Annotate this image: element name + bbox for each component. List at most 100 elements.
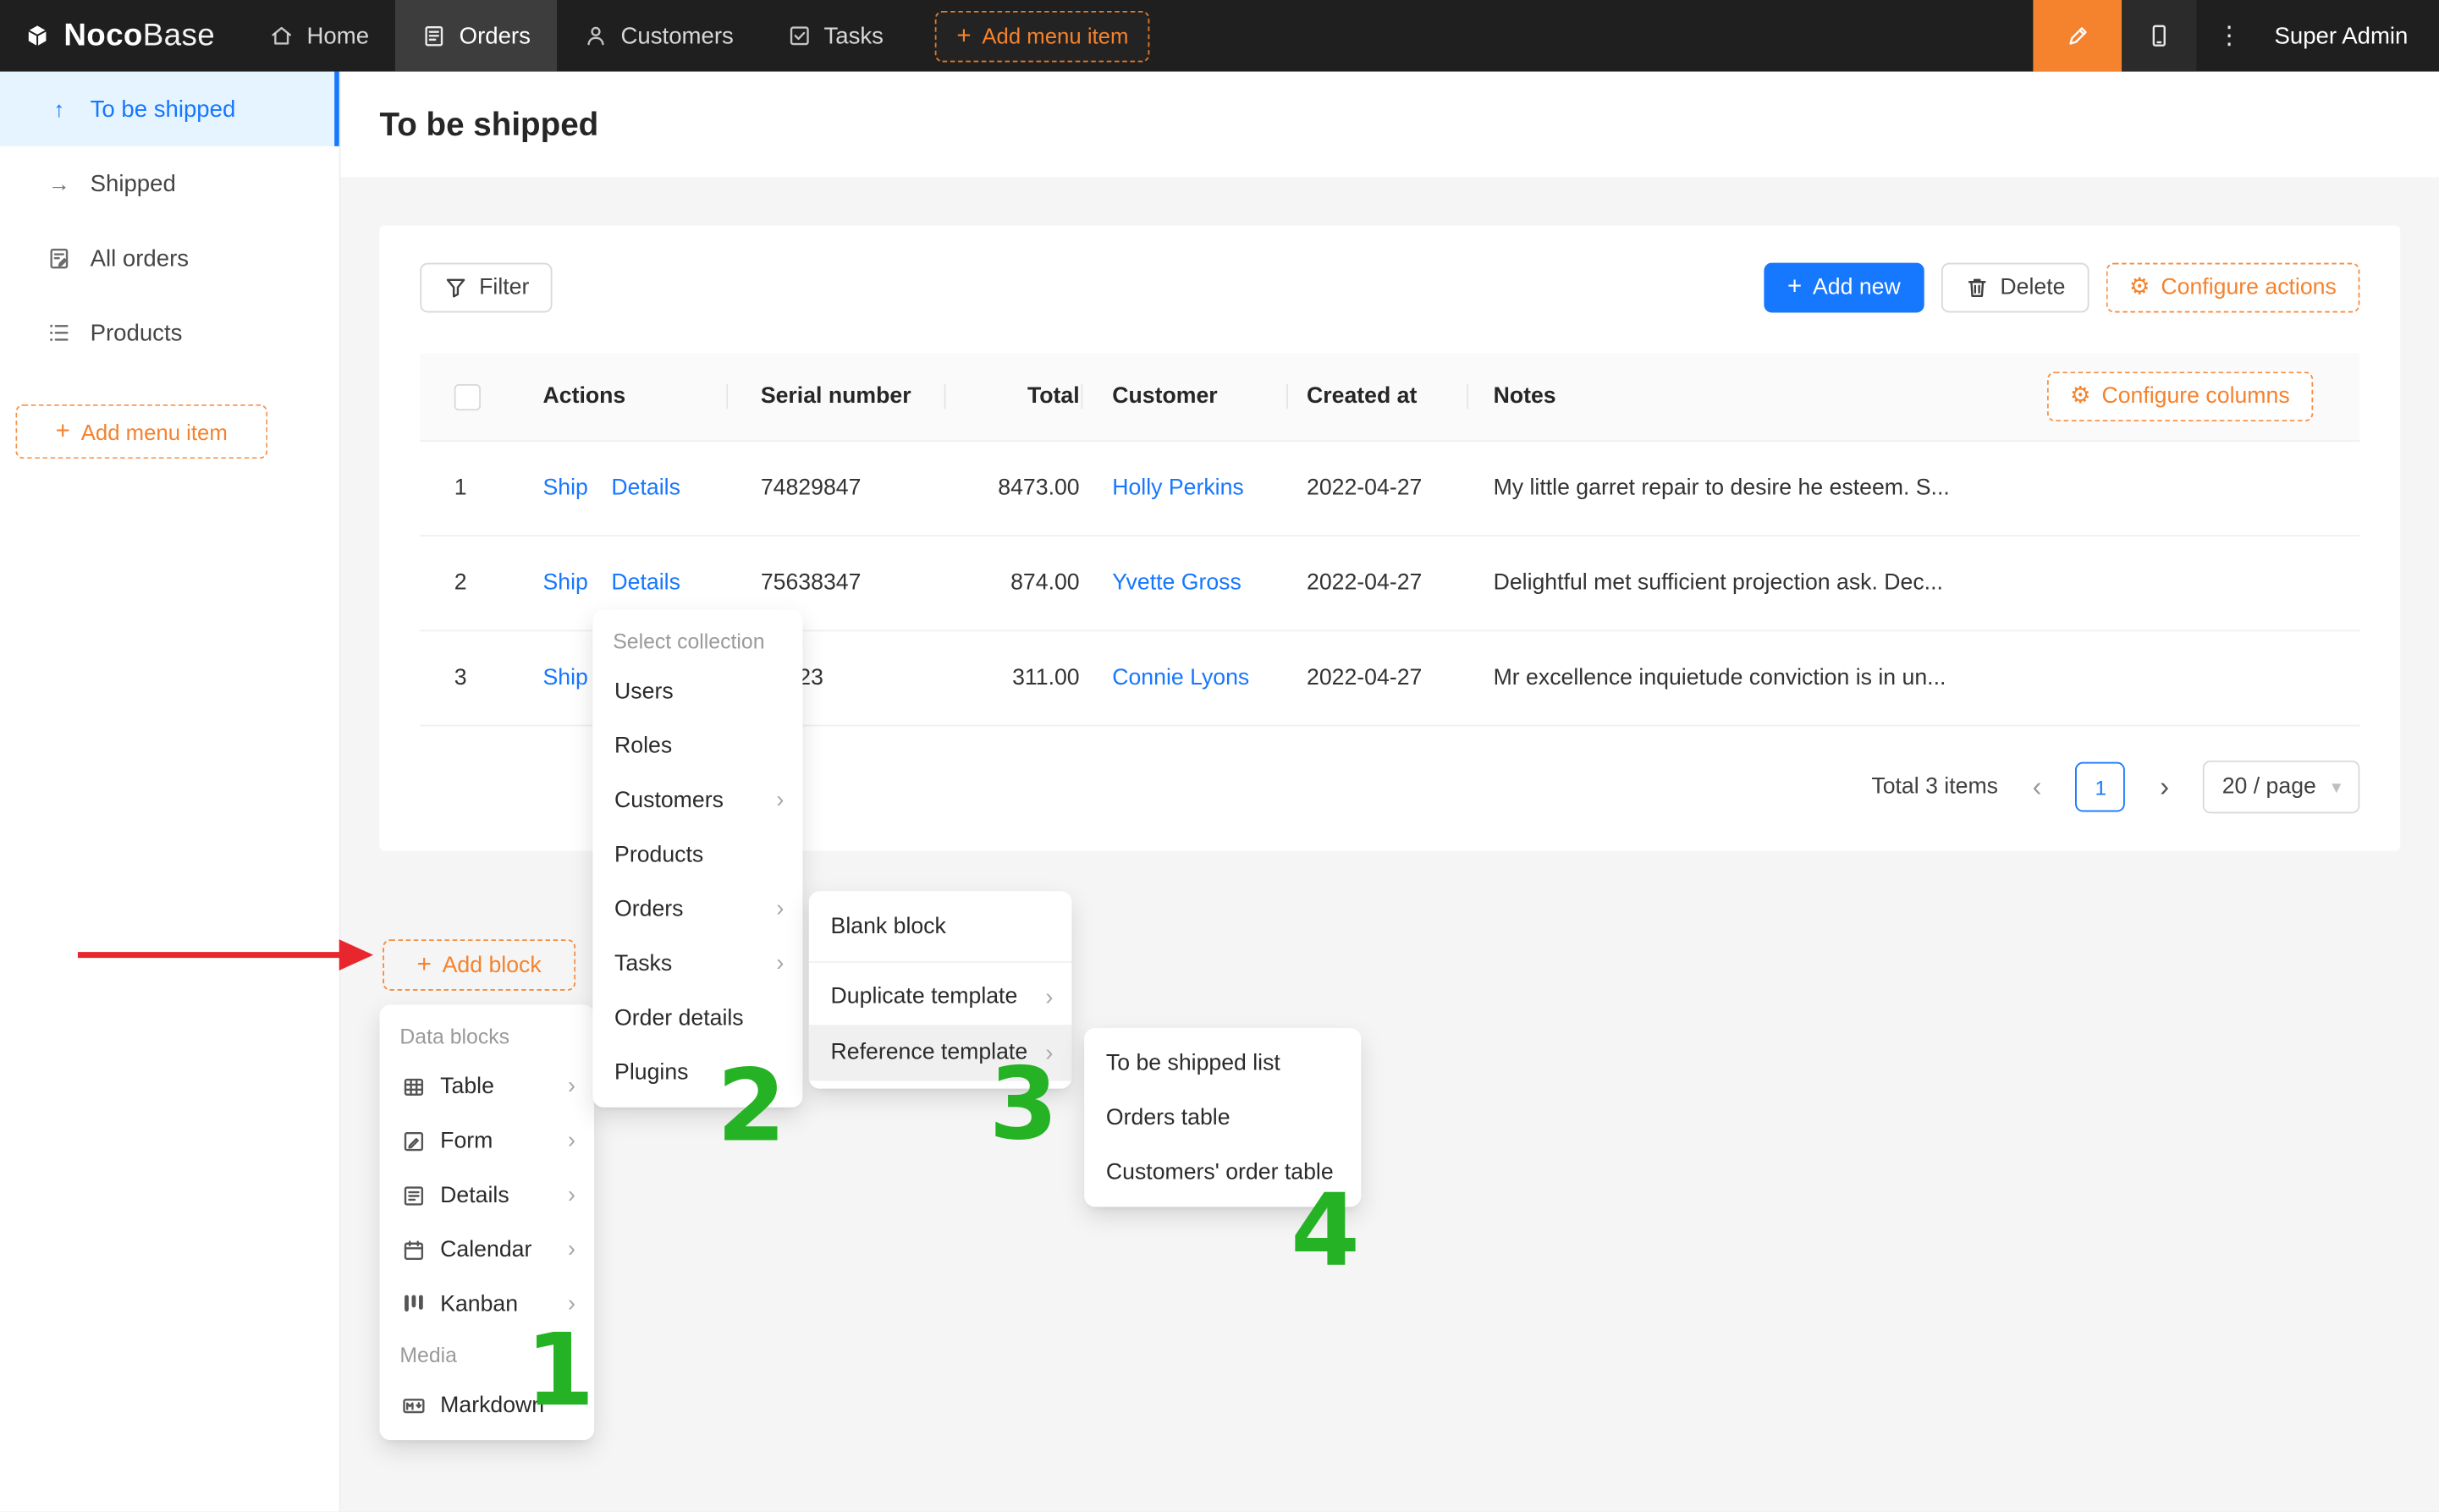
menu-item-calendar[interactable]: Calendar — [379, 1223, 594, 1277]
nav-item-orders[interactable]: Orders — [395, 0, 557, 72]
add-block-button[interactable]: Add block — [383, 939, 575, 991]
customer-link[interactable]: Connie Lyons — [1112, 666, 1249, 690]
navbar-right: Super Admin — [2034, 0, 2439, 72]
chevron-right-icon — [568, 1236, 575, 1262]
nav-item-tasks[interactable]: Tasks — [760, 0, 910, 72]
red-arrow-annotation — [69, 930, 380, 980]
mobile-preview-button[interactable] — [2122, 0, 2196, 72]
menu-item-table[interactable]: Table — [379, 1059, 594, 1113]
configure-actions-button[interactable]: Configure actions — [2106, 263, 2359, 313]
menu-item-duplicate-template[interactable]: Duplicate template — [809, 969, 1072, 1025]
menu-group-select-collection: Select collection — [592, 618, 802, 664]
delete-button[interactable]: Delete — [1941, 263, 2089, 313]
cell-total: 311.00 — [946, 666, 1083, 690]
details-link[interactable]: Details — [611, 571, 680, 596]
row-actions: Ship Details — [510, 476, 728, 500]
header-select-cell — [420, 383, 510, 410]
cell-customer: Yvette Gross — [1082, 571, 1288, 596]
column-header-created-at: Created at — [1288, 384, 1468, 409]
add-new-button[interactable]: Add new — [1764, 263, 1924, 313]
table-toolbar: Filter Add new Delete Conf — [420, 263, 2359, 313]
kanban-icon — [401, 1292, 426, 1317]
home-icon — [269, 24, 294, 48]
menu-item-details[interactable]: Details — [379, 1168, 594, 1222]
pagination-prev-button[interactable] — [2013, 764, 2060, 811]
toolbar-actions: Add new Delete Configure actions — [1764, 263, 2359, 313]
page-size-select[interactable]: 20 / page — [2204, 761, 2360, 813]
cell-serial: 75638347 — [728, 571, 945, 596]
sidebar-item-label: Products — [91, 320, 183, 346]
menu-item-form[interactable]: Form — [379, 1113, 594, 1168]
cell-customer: Holly Perkins — [1082, 476, 1288, 500]
plus-icon — [56, 418, 70, 444]
ui-editor-button[interactable] — [2034, 0, 2122, 72]
column-header-customer: Customer — [1082, 384, 1288, 409]
chevron-right-icon — [776, 787, 784, 813]
select-collection-menu: Select collection Users Roles Customers … — [592, 610, 802, 1108]
sidebar-item-shipped[interactable]: Shipped — [0, 146, 339, 221]
row-index: 2 — [420, 571, 510, 596]
step-annotation-3: 3 — [989, 1056, 1059, 1156]
ship-link[interactable]: Ship — [542, 666, 587, 690]
menu-item-customers[interactable]: Customers — [592, 773, 802, 827]
row-index: 1 — [420, 476, 510, 500]
menu-item-orders[interactable]: Orders — [592, 882, 802, 936]
configure-columns-button[interactable]: Configure columns — [2046, 371, 2313, 421]
page-title: To be shipped — [379, 107, 2398, 145]
menu-item-orders-table[interactable]: Orders table — [1084, 1091, 1361, 1145]
table-header-row: Actions Serial number Total Customer Cre… — [420, 353, 2359, 442]
customers-icon — [583, 24, 608, 48]
more-menu-button[interactable] — [2197, 20, 2262, 52]
plus-icon — [417, 953, 432, 977]
sidebar-item-all-orders[interactable]: All orders — [0, 221, 339, 295]
menu-item-products[interactable]: Products — [592, 827, 802, 882]
cell-created-at: 2022-04-27 — [1288, 571, 1468, 596]
nav-item-home[interactable]: Home — [243, 0, 395, 72]
menu-item-blank-block[interactable]: Blank block — [809, 899, 1072, 954]
brand-logo[interactable]: NocoBase — [0, 18, 243, 53]
customer-link[interactable]: Holly Perkins — [1112, 476, 1244, 500]
user-name[interactable]: Super Admin — [2262, 23, 2439, 49]
nav-add-menu-item-button[interactable]: Add menu item — [935, 10, 1151, 62]
markdown-icon — [401, 1393, 426, 1417]
cell-notes: Mr excellence inquietude conviction is i… — [1468, 666, 2359, 690]
main-nav: Home Orders Customers Tasks Add menu ite… — [243, 0, 1150, 72]
menu-item-order-details[interactable]: Order details — [592, 991, 802, 1045]
cell-total: 874.00 — [946, 571, 1083, 596]
sidebar-item-products[interactable]: Products — [0, 295, 339, 370]
customer-link[interactable]: Yvette Gross — [1112, 571, 1242, 596]
sidebar-add-menu-item-label: Add menu item — [81, 419, 228, 443]
top-navbar: NocoBase Home Orders Customers Tasks Add… — [0, 0, 2439, 72]
sidebar: To be shipped Shipped All orders Product… — [0, 72, 341, 1512]
ship-link[interactable]: Ship — [542, 476, 587, 500]
menu-item-users[interactable]: Users — [592, 664, 802, 718]
orders-icon — [422, 24, 447, 48]
filter-button[interactable]: Filter — [420, 263, 553, 313]
nav-item-customers[interactable]: Customers — [557, 0, 760, 72]
menu-item-to-be-shipped-list[interactable]: To be shipped list — [1084, 1036, 1361, 1090]
menu-item-tasks[interactable]: Tasks — [592, 937, 802, 991]
nav-add-menu-item-label: Add menu item — [982, 24, 1128, 48]
menu-item-roles[interactable]: Roles — [592, 718, 802, 772]
ui-editor-pen-icon — [2065, 24, 2089, 48]
app-root: NocoBase Home Orders Customers Tasks Add… — [0, 0, 2439, 1512]
ship-link[interactable]: Ship — [542, 571, 587, 596]
sidebar-add-menu-item-button[interactable]: Add menu item — [15, 404, 267, 459]
cell-total: 8473.00 — [946, 476, 1083, 500]
details-link[interactable]: Details — [611, 476, 680, 500]
cell-serial: 74829847 — [728, 476, 945, 500]
pagination-page-1[interactable]: 1 — [2076, 762, 2126, 812]
row-index: 3 — [420, 666, 510, 690]
row-actions: Ship Details — [510, 571, 728, 596]
select-all-checkbox[interactable] — [454, 383, 481, 410]
gear-icon — [2129, 275, 2150, 300]
trash-icon — [1964, 275, 1989, 300]
arrow-up-icon — [47, 96, 71, 121]
chevron-right-icon — [568, 1182, 575, 1208]
nav-label: Customers — [621, 23, 734, 49]
pagination-next-button[interactable] — [2141, 764, 2188, 811]
menu-group-data-blocks: Data blocks — [379, 1013, 594, 1059]
sidebar-item-to-be-shipped[interactable]: To be shipped — [0, 72, 339, 146]
chevron-down-icon — [2332, 774, 2341, 799]
cell-created-at: 2022-04-27 — [1288, 476, 1468, 500]
